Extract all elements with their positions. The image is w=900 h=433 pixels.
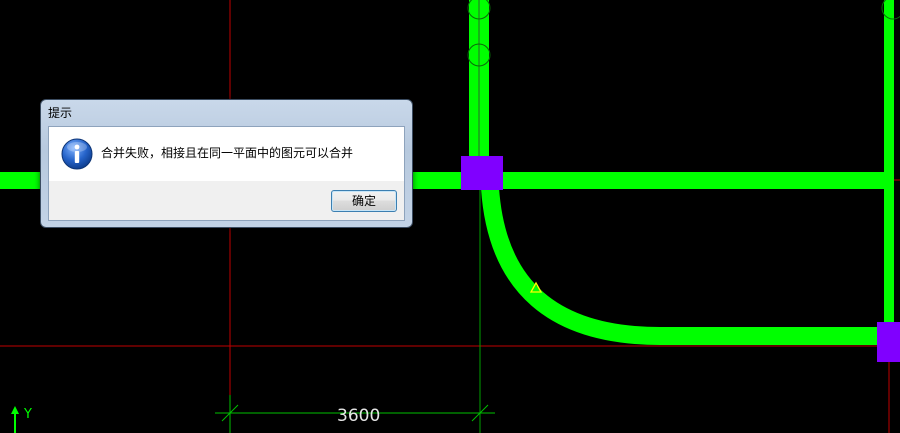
- message-dialog[interactable]: 提示 合并失败，相接且在同一平面中的图元可以合并 确定: [40, 99, 413, 228]
- y-axis-label: Y: [23, 407, 32, 422]
- dimension-label: 3600: [337, 406, 380, 426]
- dialog-message: 合并失败，相接且在同一平面中的图元可以合并: [101, 146, 354, 160]
- dialog-title: 提示: [48, 106, 73, 120]
- dialog-content: 合并失败，相接且在同一平面中的图元可以合并: [49, 127, 404, 181]
- wall-horizontal-right[interactable]: [490, 172, 890, 189]
- wall-vertical-right[interactable]: [884, 0, 894, 330]
- info-icon: [61, 138, 93, 170]
- y-axis-arrowhead: [11, 406, 19, 414]
- column-square[interactable]: [461, 156, 503, 190]
- dialog-client-area: 合并失败，相接且在同一平面中的图元可以合并 确定: [48, 126, 405, 221]
- wall-arc[interactable]: [481, 187, 880, 345]
- column-square[interactable]: [877, 322, 900, 362]
- ok-button[interactable]: 确定: [331, 190, 397, 212]
